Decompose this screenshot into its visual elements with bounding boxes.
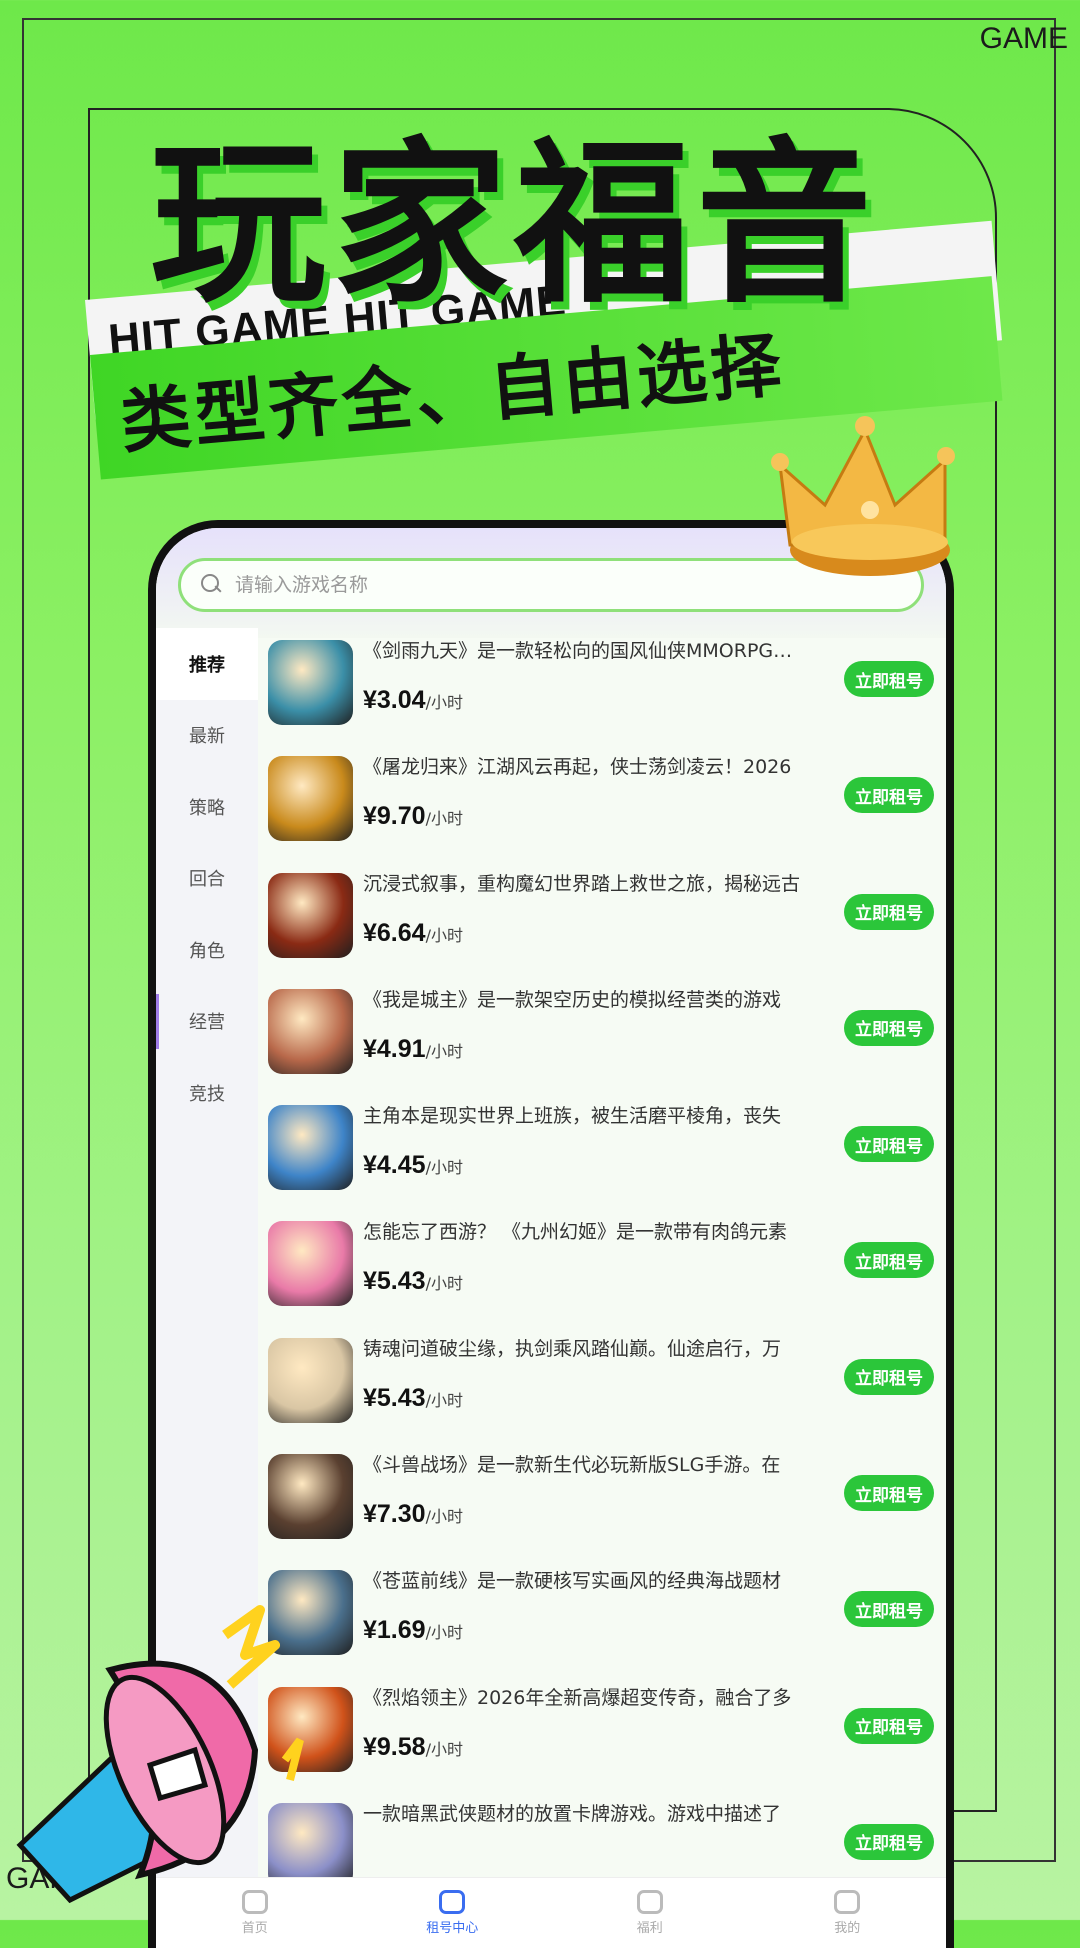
sidebar-item-newest[interactable]: 最新 bbox=[156, 700, 258, 772]
rent-button[interactable]: 立即租号 bbox=[844, 893, 934, 930]
headline-title: 玩家福音 bbox=[150, 122, 879, 327]
rent-button[interactable]: 立即租号 bbox=[844, 1009, 934, 1046]
rent-button[interactable]: 立即租号 bbox=[844, 777, 934, 814]
game-price: ¥9.70/小时 bbox=[363, 802, 463, 831]
game-price: ¥9.58/小时 bbox=[363, 1732, 463, 1761]
rent-button[interactable]: 立即租号 bbox=[844, 1591, 934, 1628]
game-description: 《剑雨九天》是一款轻松向的国风仙侠MMORPG手游 bbox=[363, 640, 808, 662]
game-description: 铸魂问道破尘缘，执剑乘风踏仙巅。仙途启行，万 bbox=[363, 1337, 782, 1360]
rent-button[interactable]: 立即租号 bbox=[844, 1475, 934, 1512]
list-item[interactable]: 怎能忘了西游？ 《九州幻姬》是一款带有肉鸽元素 ¥5.43/小时 立即租号 bbox=[268, 1217, 946, 1333]
rent-button[interactable]: 立即租号 bbox=[844, 1358, 934, 1395]
game-thumbnail bbox=[268, 1337, 353, 1423]
game-thumbnail bbox=[268, 988, 353, 1074]
sidebar-item-management[interactable]: 经营 bbox=[156, 986, 258, 1058]
game-price: ¥5.43/小时 bbox=[363, 1383, 463, 1412]
game-description: 《我是城主》是一款架空历史的模拟经营类的游戏 bbox=[363, 988, 782, 1011]
game-description: 《屠龙归来》江湖风云再起，侠士荡剑凌云！2026 bbox=[363, 756, 792, 779]
game-price: ¥1.69/小时 bbox=[363, 1616, 463, 1645]
list-item[interactable]: 铸魂问道破尘缘，执剑乘风踏仙巅。仙途启行，万 ¥5.43/小时 立即租号 bbox=[268, 1334, 946, 1450]
game-description: 主角本是现实世界上班族，被生活磨平棱角，丧失 bbox=[363, 1105, 782, 1128]
sidebar-item-strategy[interactable]: 策略 bbox=[156, 771, 258, 843]
gamepad-icon bbox=[439, 1890, 466, 1914]
game-description: 一款暗黑武侠题材的放置卡牌游戏。游戏中描述了 bbox=[363, 1802, 782, 1825]
game-thumbnail bbox=[268, 872, 353, 958]
game-description: 《苍蓝前线》是一款硬核写实画风的经典海战题材 bbox=[363, 1570, 782, 1593]
crown-icon bbox=[771, 416, 955, 576]
sidebar-item-turn-based[interactable]: 回合 bbox=[156, 843, 258, 915]
rent-button[interactable]: 立即租号 bbox=[844, 1242, 934, 1279]
sidebar-item-recommend[interactable]: 推荐 bbox=[156, 628, 258, 700]
tab-welfare[interactable]: 福利 bbox=[551, 1878, 749, 1948]
list-item[interactable]: 《屠龙归来》江湖风云再起，侠士荡剑凌云！2026 ¥9.70/小时 立即租号 bbox=[268, 752, 946, 868]
gift-icon bbox=[636, 1890, 663, 1914]
game-description: 沉浸式叙事，重构魔幻世界踏上救世之旅，揭秘远古 bbox=[363, 872, 801, 895]
rent-button[interactable]: 立即租号 bbox=[844, 661, 934, 697]
rent-button[interactable]: 立即租号 bbox=[844, 1823, 934, 1860]
search-icon bbox=[201, 574, 223, 596]
corner-label-top: GAME bbox=[979, 22, 1068, 55]
game-description: 《烈焰领主》2026年全新高爆超变传奇，融合了多 bbox=[363, 1686, 792, 1709]
tab-rental-center[interactable]: 租号中心 bbox=[354, 1878, 552, 1948]
list-item[interactable]: 《剑雨九天》是一款轻松向的国风仙侠MMORPG手游 ¥3.04/小时 立即租号 bbox=[268, 636, 946, 752]
game-thumbnail bbox=[268, 640, 353, 725]
list-item[interactable]: 《苍蓝前线》是一款硬核写实画风的经典海战题材 ¥1.69/小时 立即租号 bbox=[268, 1566, 946, 1682]
game-thumbnail bbox=[268, 756, 353, 842]
list-item[interactable]: 主角本是现实世界上班族，被生活磨平棱角，丧失 ¥4.45/小时 立即租号 bbox=[268, 1101, 946, 1217]
game-thumbnail bbox=[268, 1454, 353, 1540]
game-price: ¥4.91/小时 bbox=[363, 1034, 463, 1063]
game-price: ¥5.43/小时 bbox=[363, 1267, 463, 1296]
list-item[interactable]: 《烈焰领主》2026年全新高爆超变传奇，融合了多 ¥9.58/小时 立即租号 bbox=[268, 1683, 946, 1799]
rent-button[interactable]: 立即租号 bbox=[844, 1707, 934, 1744]
list-item[interactable]: 《斗兽战场》是一款新生代必玩新版SLG手游。在 ¥7.30/小时 立即租号 bbox=[268, 1450, 946, 1566]
sidebar-item-role[interactable]: 角色 bbox=[156, 914, 258, 986]
game-price: ¥3.04/小时 bbox=[363, 686, 463, 714]
game-list: 《剑雨九天》是一款轻松向的国风仙侠MMORPG手游 ¥3.04/小时 立即租号 … bbox=[268, 636, 946, 1915]
game-description: 怎能忘了西游？ 《九州幻姬》是一款带有肉鸽元素 bbox=[363, 1221, 788, 1244]
profile-icon bbox=[834, 1890, 861, 1914]
game-thumbnail bbox=[268, 1105, 353, 1191]
game-price: ¥4.45/小时 bbox=[363, 1151, 463, 1180]
megaphone-icon bbox=[16, 1605, 304, 1904]
game-price: ¥6.64/小时 bbox=[363, 918, 463, 947]
game-thumbnail bbox=[268, 1221, 353, 1307]
tab-mine[interactable]: 我的 bbox=[749, 1878, 947, 1948]
sidebar-item-competitive[interactable]: 竞技 bbox=[156, 1057, 258, 1129]
list-item[interactable]: 《我是城主》是一款架空历史的模拟经营类的游戏 ¥4.91/小时 立即租号 bbox=[268, 985, 946, 1101]
game-price: ¥7.30/小时 bbox=[363, 1500, 463, 1529]
game-description: 《斗兽战场》是一款新生代必玩新版SLG手游。在 bbox=[363, 1454, 781, 1477]
list-item[interactable]: 沉浸式叙事，重构魔幻世界踏上救世之旅，揭秘远古 ¥6.64/小时 立即租号 bbox=[268, 869, 946, 985]
rent-button[interactable]: 立即租号 bbox=[844, 1126, 934, 1163]
